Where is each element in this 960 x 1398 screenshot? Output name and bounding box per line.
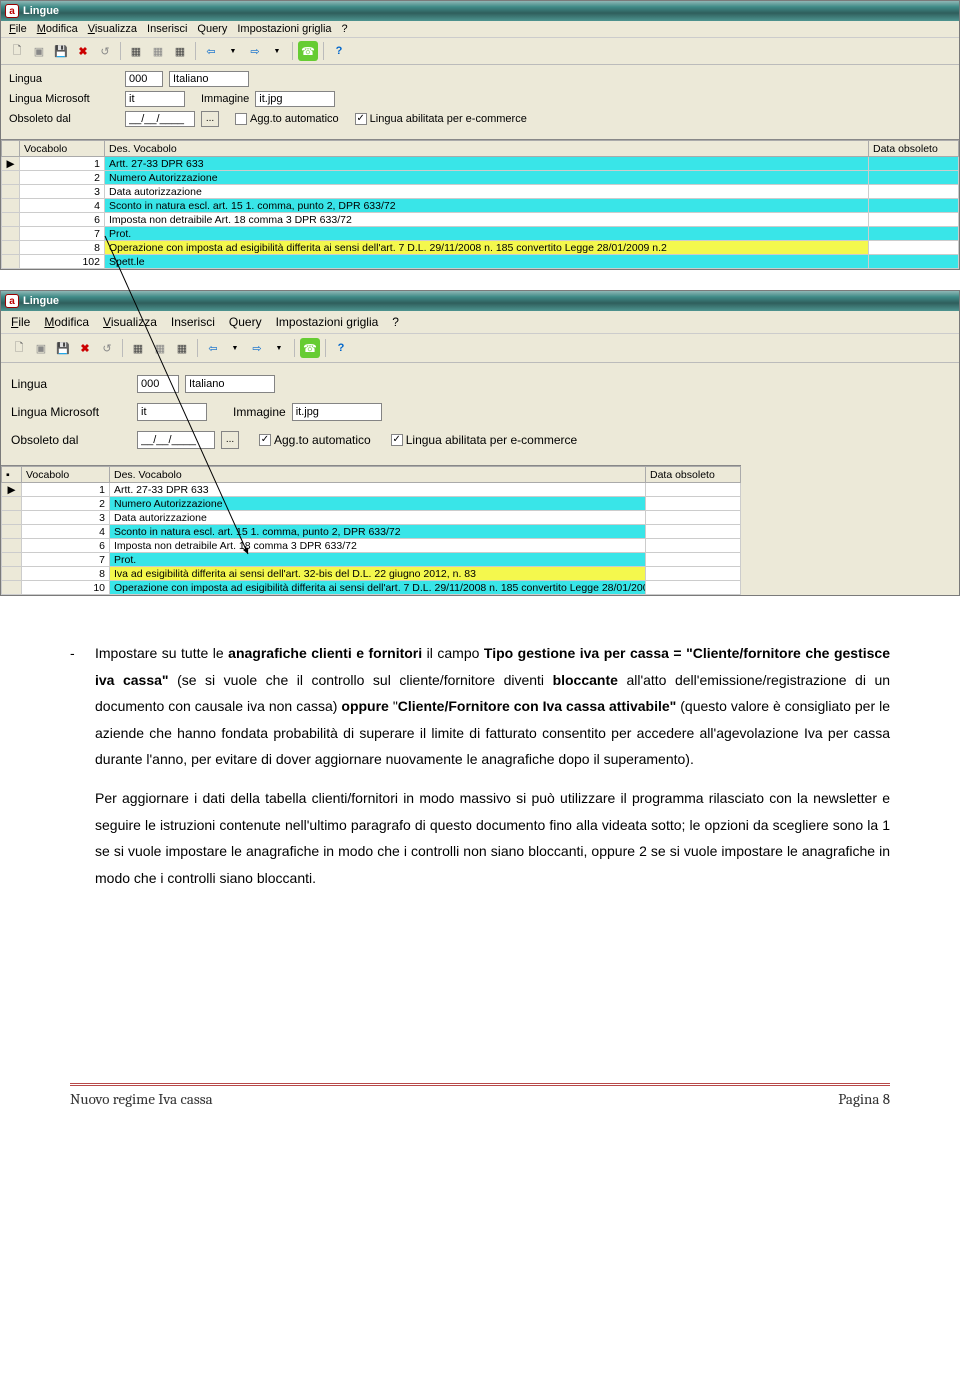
paragraph-2: Per aggiornare i dati della tabella clie… (95, 785, 890, 891)
footer-rule (70, 1083, 890, 1086)
footer-left: Nuovo regime Iva cassa (70, 1090, 213, 1108)
page-footer: Nuovo regime Iva cassa Pagina 8 (0, 1083, 960, 1128)
paragraph-1: Impostare su tutte le anagrafiche client… (95, 640, 890, 773)
bullet-dash: - (70, 640, 95, 903)
document-body: - Impostare su tutte le anagrafiche clie… (0, 600, 960, 923)
footer-right: Pagina 8 (838, 1090, 890, 1108)
